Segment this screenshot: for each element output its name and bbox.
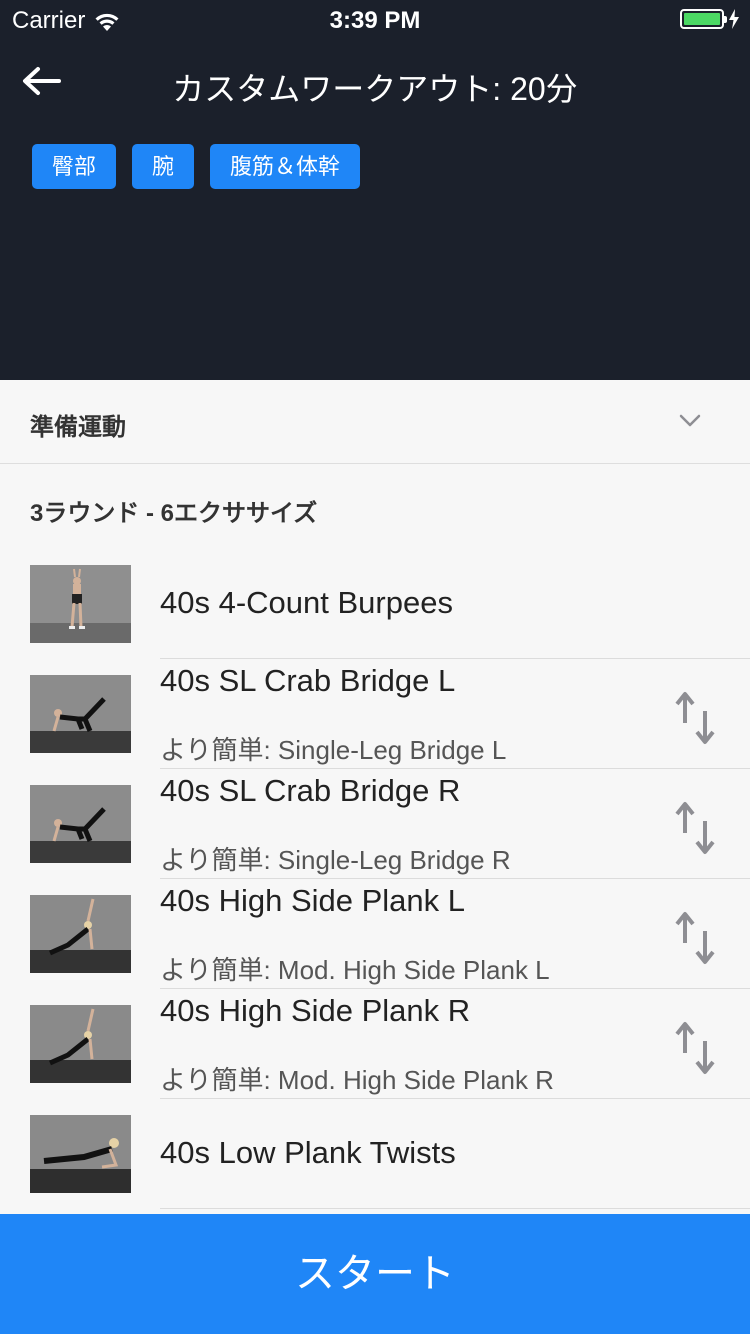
exercise-thumbnail: [30, 675, 131, 753]
exercise-row[interactable]: 40s High Side Plank R より簡単: Mod. High Si…: [0, 989, 750, 1099]
exercise-row[interactable]: 40s SL Crab Bridge R より簡単: Single-Leg Br…: [0, 769, 750, 879]
status-bar: Carrier 3:39 PM: [0, 0, 750, 40]
warmup-section-toggle[interactable]: 準備運動: [0, 380, 750, 464]
battery-level: [684, 13, 720, 25]
exercise-thumbnail: [30, 565, 131, 643]
tag-arms[interactable]: 腕: [132, 144, 195, 189]
exercise-row[interactable]: 40s High Side Plank L より簡単: Mod. High Si…: [0, 879, 750, 989]
start-button[interactable]: スタート: [0, 1214, 750, 1334]
battery-indicator: [680, 9, 740, 29]
swap-vertical-icon[interactable]: [672, 909, 720, 967]
exercise-row[interactable]: 40s Low Plank Twists: [0, 1099, 750, 1209]
exercise-thumbnail: [30, 1005, 131, 1083]
swap-vertical-icon[interactable]: [672, 689, 720, 747]
exercise-easier-option: より簡単: Single-Leg Bridge R: [160, 845, 511, 875]
tag-abs-core[interactable]: 腹筋＆体幹: [210, 144, 361, 189]
warmup-label: 準備運動: [30, 414, 126, 441]
charging-bolt-icon: [729, 9, 739, 29]
exercise-thumbnail: [30, 785, 131, 863]
exercise-row[interactable]: 40s 4-Count Burpees: [0, 549, 750, 659]
exercise-easier-option: より簡単: Single-Leg Bridge L: [160, 735, 507, 765]
exercise-name: 40s Low Plank Twists: [160, 1135, 456, 1170]
exercise-name: 40s 4-Count Burpees: [160, 585, 453, 620]
exercise-name: 40s High Side Plank R: [160, 993, 471, 1028]
page-title: カスタムワークアウト: 20分: [172, 71, 578, 107]
exercise-thumbnail: [30, 895, 131, 973]
exercise-thumbnail: [30, 1115, 131, 1193]
exercise-row[interactable]: 40s SL Crab Bridge L より簡単: Single-Leg Br…: [0, 659, 750, 769]
exercise-easier-option: より簡単: Mod. High Side Plank R: [160, 1065, 554, 1095]
header: Carrier 3:39 PM カスタムワークアウト: 20分 臀部 腕 腹筋＆: [0, 0, 750, 380]
chevron-down-icon: [679, 414, 701, 427]
circuit-label: 3ラウンド - 6エクササイズ: [30, 500, 318, 527]
exercise-name: 40s SL Crab Bridge R: [160, 773, 461, 808]
swap-vertical-icon[interactable]: [672, 799, 720, 857]
target-area-tags: 臀部 腕 腹筋＆体幹: [32, 144, 361, 189]
exercise-name: 40s SL Crab Bridge L: [160, 663, 456, 698]
exercise-list: 40s 4-Count Burpees 40s SL Crab Bridge L…: [0, 549, 750, 1209]
battery-icon: [680, 9, 727, 29]
exercise-easier-option: より簡単: Mod. High Side Plank L: [160, 955, 550, 985]
tag-glutes[interactable]: 臀部: [32, 144, 117, 189]
status-time: 3:39 PM: [329, 7, 421, 34]
exercise-name: 40s High Side Plank L: [160, 883, 466, 918]
swap-vertical-icon[interactable]: [672, 1019, 720, 1077]
